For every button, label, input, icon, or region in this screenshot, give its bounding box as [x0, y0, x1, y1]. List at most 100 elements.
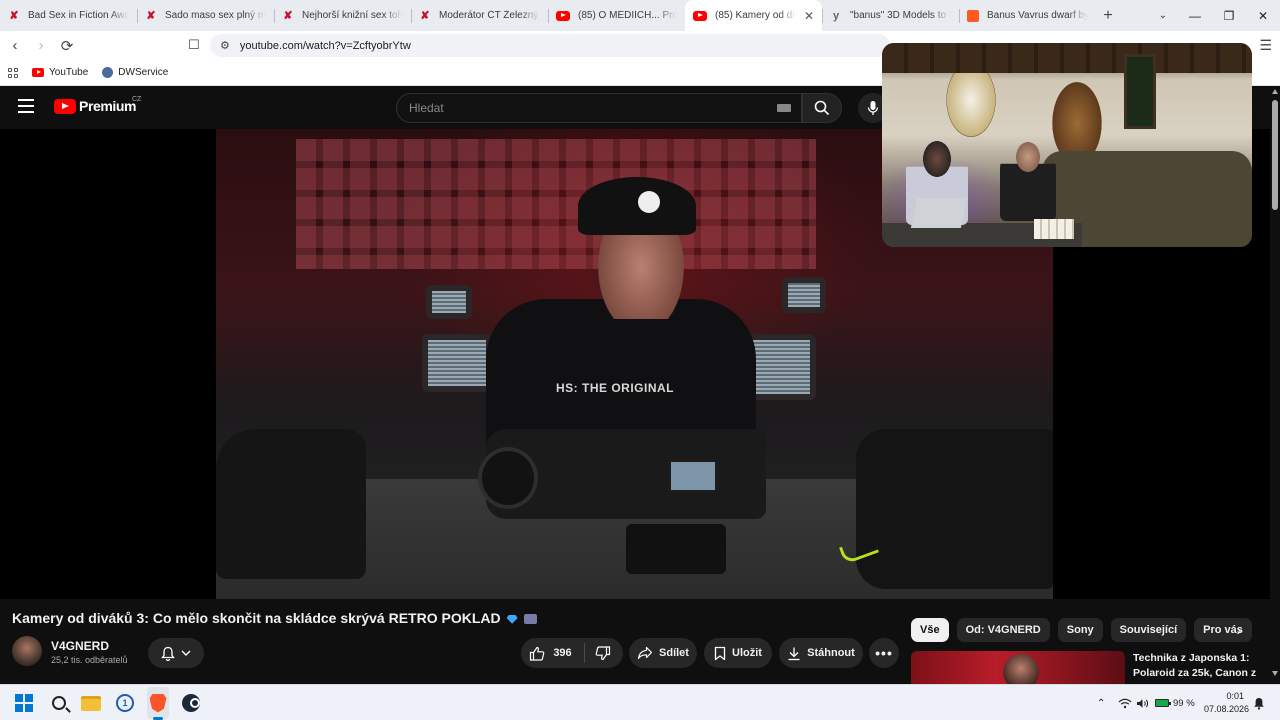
apps-grid-icon[interactable]: [8, 67, 18, 78]
x-mark-icon: ✘: [146, 10, 156, 22]
tab-7[interactable]: у "banus" 3D Models to Pr: [822, 0, 959, 31]
bookmark-youtube[interactable]: YouTube: [32, 67, 88, 78]
more-actions-button[interactable]: •••: [869, 638, 899, 668]
tab-title: Bad Sex in Fiction Award: [28, 10, 129, 21]
search-input[interactable]: Hledat: [396, 93, 802, 123]
password-manager-button[interactable]: 1: [115, 693, 135, 713]
scroll-up-arrow-icon[interactable]: [1272, 89, 1278, 94]
skull-logo: [638, 191, 660, 213]
back-button[interactable]: ‹: [4, 35, 26, 57]
menu-icon[interactable]: ☰: [1259, 37, 1272, 54]
tab-active[interactable]: (85) Kamery od divák ✕: [685, 0, 822, 31]
wifi-icon: [1118, 698, 1132, 708]
share-icon: [637, 646, 653, 660]
youtube-icon: [54, 98, 76, 114]
taskbar-search-button[interactable]: [49, 693, 69, 713]
crt-tv: [426, 285, 472, 319]
keyboard-icon[interactable]: [777, 104, 791, 112]
recommended-thumbnail[interactable]: [911, 651, 1125, 684]
address-bar[interactable]: ⚙ youtube.com/watch?v=ZcftyobrYtw: [210, 34, 890, 57]
converter-box: [626, 524, 726, 574]
country-code: CZ: [132, 96, 142, 103]
more-icon: •••: [875, 645, 893, 661]
speaker-icon: [1137, 698, 1149, 708]
camera-lcd: [668, 459, 718, 493]
start-button[interactable]: [14, 693, 34, 713]
share-button[interactable]: Sdílet: [629, 638, 697, 668]
clock[interactable]: 0:01 07.08.2026: [1204, 690, 1249, 716]
youtube-icon: [556, 10, 570, 21]
recommended-title[interactable]: Technika z Japonska 1: Polaroid za 25k, …: [1133, 651, 1263, 684]
chevron-right-icon[interactable]: ›: [1228, 619, 1250, 641]
chip-sony[interactable]: Sony: [1057, 618, 1103, 642]
camera-emoji-icon: [523, 614, 537, 625]
chevron-down-icon[interactable]: ⌄: [1152, 0, 1174, 31]
thumbnail-face: [1003, 654, 1039, 684]
brave-browser-button[interactable]: [148, 693, 168, 713]
bookmark-icon[interactable]: ☐: [186, 37, 202, 53]
presenter-cap: [578, 177, 696, 235]
scroll-down-arrow-icon[interactable]: [1272, 671, 1278, 676]
steam-icon: [182, 694, 200, 712]
chip-all[interactable]: Vše: [911, 618, 949, 642]
avatar[interactable]: [12, 636, 42, 666]
bookmark-dwservice[interactable]: DWService: [102, 67, 168, 78]
reload-button[interactable]: ⟳: [56, 35, 78, 57]
search-button[interactable]: [802, 93, 842, 123]
menu-icon[interactable]: [18, 99, 34, 113]
download-button[interactable]: Stáhnout: [779, 638, 863, 668]
wall-photos: [296, 139, 816, 269]
close-window-button[interactable]: ✕: [1246, 0, 1280, 31]
battery-icon: [1155, 699, 1171, 707]
youtube-premium-logo[interactable]: Premium CZ: [54, 96, 141, 114]
tab-title: Moderátor ČT Železný na: [439, 10, 540, 21]
search-icon: [814, 100, 830, 116]
browser-tab-strip: ✘ Bad Sex in Fiction Award ✘ Sado maso s…: [0, 0, 1280, 31]
gem-emoji-icon: [506, 614, 518, 624]
file-explorer-button[interactable]: [81, 693, 101, 713]
close-icon[interactable]: ✕: [804, 9, 814, 23]
crt-tv: [422, 334, 492, 392]
volume-icon[interactable]: [1136, 685, 1150, 720]
tab-1[interactable]: ✘ Bad Sex in Fiction Award: [0, 0, 137, 31]
channel-name[interactable]: V4GNERD: [51, 639, 109, 653]
windows-logo-icon: [15, 694, 33, 712]
recommendation-filter-chips: Vše Od: V4GNERD Sony Související Pro vás: [911, 618, 1252, 642]
chip-related[interactable]: Související: [1110, 618, 1187, 642]
picture-in-picture-window[interactable]: [882, 43, 1252, 247]
scroll-thumb[interactable]: [1272, 100, 1278, 210]
save-label: Uložit: [732, 647, 762, 659]
tab-8[interactable]: Banus Vavrus dwarf by P: [959, 0, 1096, 31]
steam-button[interactable]: [181, 693, 201, 713]
new-tab-button[interactable]: +: [1096, 0, 1120, 31]
battery-indicator[interactable]: 99 %: [1155, 685, 1195, 720]
tab-title: (85) O MÉDIÍCH... Proč zn: [578, 10, 677, 21]
like-button[interactable]: 396: [523, 646, 583, 661]
forward-button[interactable]: ›: [30, 35, 52, 57]
tray-overflow-button[interactable]: ⌃: [1097, 685, 1105, 720]
page-scrollbar[interactable]: [1270, 86, 1280, 686]
site-settings-icon[interactable]: ⚙: [220, 39, 230, 52]
youtube-icon: [32, 68, 44, 77]
tab-5[interactable]: (85) O MÉDIÍCH... Proč zn: [548, 0, 685, 31]
minimize-button[interactable]: —: [1178, 0, 1212, 31]
restore-button[interactable]: ❐: [1212, 0, 1246, 31]
save-button[interactable]: Uložit: [704, 638, 772, 668]
bookmark-icon: [714, 646, 726, 660]
notification-center-button[interactable]: [1253, 685, 1265, 720]
notifications-button[interactable]: [148, 638, 204, 668]
wifi-icon[interactable]: [1118, 685, 1132, 720]
x-mark-icon: ✘: [9, 10, 19, 22]
tab-2[interactable]: ✘ Sado maso sex plný moci: [137, 0, 274, 31]
key-icon: 1: [116, 694, 134, 712]
shirt-text: HS: THE ORIGINAL: [556, 381, 674, 395]
tab-4[interactable]: ✘ Moderátor ČT Železný na: [411, 0, 548, 31]
chip-from-channel[interactable]: Od: V4GNERD: [956, 618, 1050, 642]
tab-3[interactable]: ✘ Nejhorší knižní sex tohoto: [274, 0, 411, 31]
search-placeholder: Hledat: [409, 101, 444, 115]
egg-tray: [1034, 219, 1074, 239]
bookmark-label: DWService: [118, 67, 169, 78]
youtube-icon: [693, 10, 707, 21]
clock-time: 0:01: [1226, 691, 1244, 701]
dislike-button[interactable]: [585, 645, 621, 661]
